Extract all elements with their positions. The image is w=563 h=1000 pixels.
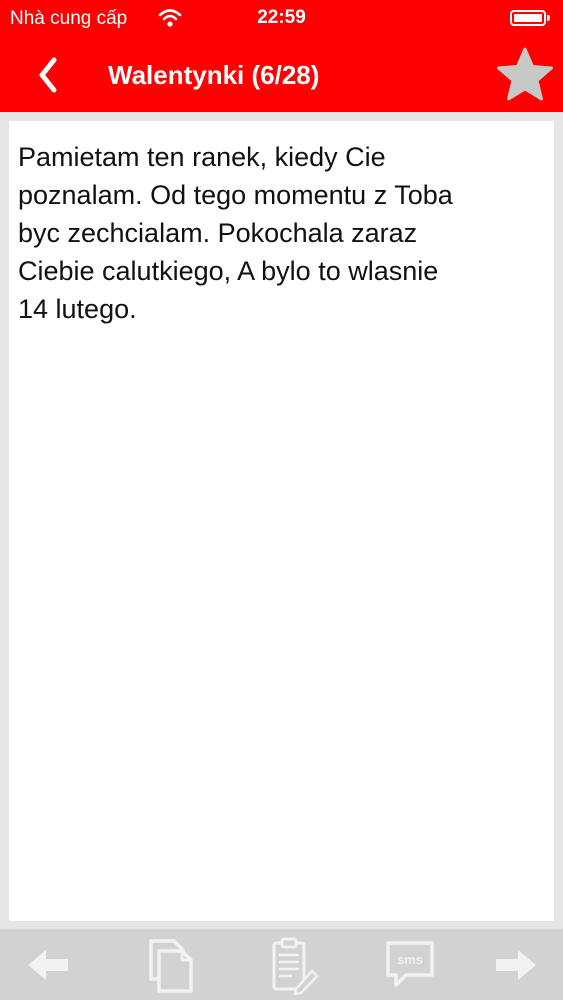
previous-button[interactable] xyxy=(18,935,78,995)
sms-button[interactable]: sms xyxy=(380,935,440,995)
arrow-right-icon xyxy=(496,950,536,980)
navigation-bar: Walentynki (6/28) xyxy=(0,38,563,112)
status-bar: Nhà cung cấp 22:59 xyxy=(0,0,563,38)
favorite-button[interactable] xyxy=(494,46,556,104)
battery-icon xyxy=(510,10,546,26)
page-title: Walentynki (6/28) xyxy=(108,60,320,90)
star-icon xyxy=(497,47,553,101)
copy-button[interactable] xyxy=(141,935,201,995)
chevron-left-icon xyxy=(39,57,57,93)
message-text: Pamietam ten ranek, kiedy Cie poznalam. … xyxy=(18,142,453,324)
arrow-left-icon xyxy=(28,950,68,980)
clipboard-edit-button[interactable] xyxy=(262,935,322,995)
back-button[interactable] xyxy=(30,54,70,96)
battery-tip xyxy=(547,15,550,21)
message-card: Pamietam ten ranek, kiedy Cie poznalam. … xyxy=(9,121,554,921)
bottom-toolbar: sms xyxy=(0,929,563,1000)
sms-icon: sms xyxy=(386,941,434,987)
sms-label: sms xyxy=(397,952,423,967)
next-button[interactable] xyxy=(486,935,546,995)
copy-icon xyxy=(149,939,193,993)
clipboard-edit-icon xyxy=(272,937,319,995)
status-time: 22:59 xyxy=(257,7,306,28)
